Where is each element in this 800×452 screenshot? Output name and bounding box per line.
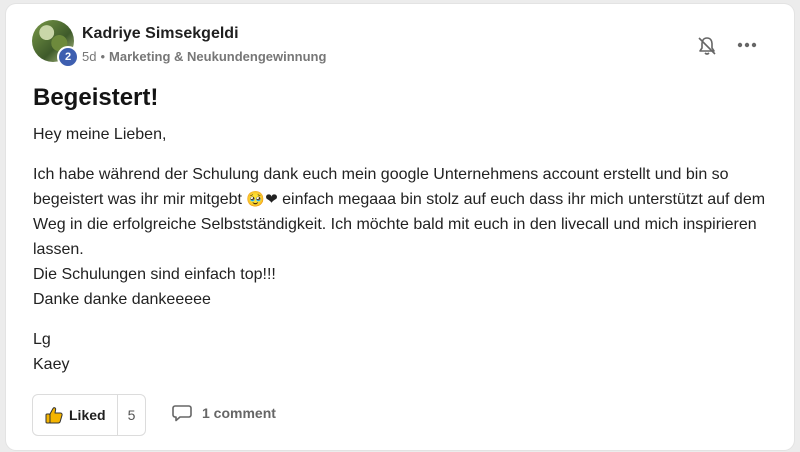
like-label: Liked — [69, 407, 106, 423]
greeting-text: Hey meine Lieben, — [33, 126, 167, 143]
post-body: Hey meine Lieben, Ich habe während der S… — [33, 122, 773, 377]
thumbs-up-icon — [45, 407, 63, 424]
like-toggle[interactable]: Liked — [33, 395, 118, 435]
line-thanks: Danke danke dankeeeee — [33, 291, 211, 308]
signoff-lg: Lg — [33, 331, 51, 348]
post-card: 2 Kadriye Simsekgeldi 5d • Marketing & Neu… — [6, 4, 794, 450]
level-badge: 2 — [57, 46, 79, 68]
post-title: Begeistert! — [33, 84, 159, 111]
bell-off-icon[interactable] — [696, 35, 718, 57]
line-top: Die Schulungen sind einfach top!!! — [33, 266, 276, 283]
author-name[interactable]: Kadriye Simsekgeldi — [82, 25, 239, 43]
like-button[interactable]: Liked 5 — [32, 394, 146, 436]
more-options-icon[interactable] — [736, 38, 758, 52]
main-paragraph: Ich habe während der Schulung dank euch … — [33, 162, 773, 262]
signoff-name: Kaey — [33, 356, 70, 373]
comment-button[interactable]: 1 comment — [172, 404, 276, 422]
post-category[interactable]: Marketing & Neukundengewinnung — [109, 49, 326, 64]
comment-count-label: 1 comment — [202, 405, 276, 421]
post-meta: 5d • Marketing & Neukundengewinnung — [82, 49, 326, 64]
meta-separator: • — [100, 49, 106, 64]
emoji-group: 🥹❤ — [246, 190, 278, 208]
author-avatar[interactable]: 2 — [32, 20, 79, 68]
comment-icon — [172, 405, 192, 422]
like-count[interactable]: 5 — [118, 407, 145, 423]
post-age: 5d — [82, 49, 97, 64]
